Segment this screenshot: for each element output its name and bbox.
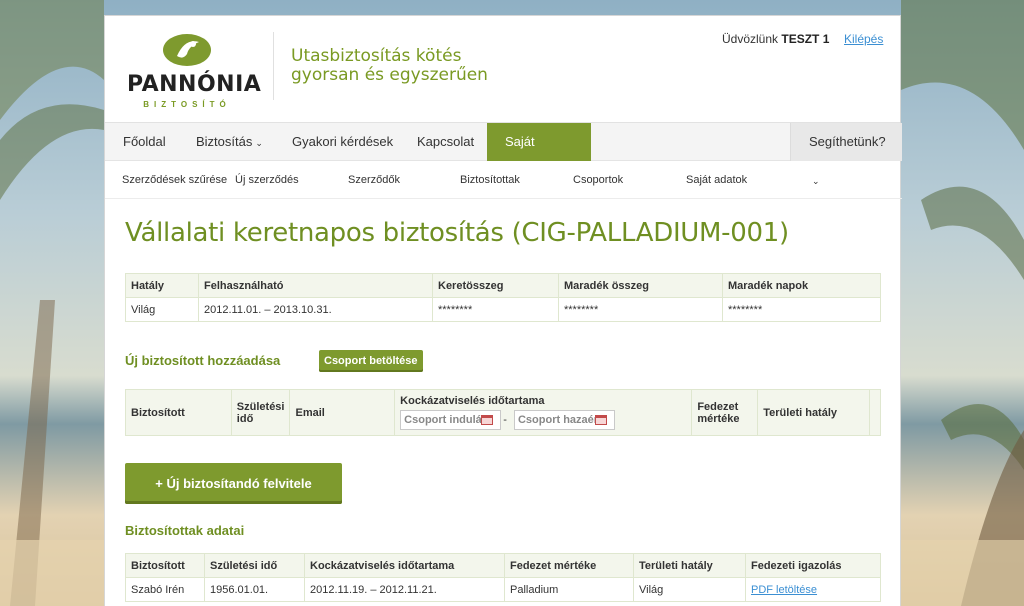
tagline: Utasbiztosítás kötés gyorsan és egyszerű… (291, 47, 488, 85)
column-header: Maradék napok (722, 273, 881, 298)
insured-data-section-title: Biztosítottak adatai (125, 523, 245, 538)
calendar-icon[interactable] (481, 415, 494, 425)
sub-nav: Szerződések szűrése Új szerződés Szerződ… (105, 161, 902, 199)
period-header-label: Kockázatviselés időtartama (400, 395, 545, 407)
subnav-item-insured[interactable]: Biztosítottak (460, 174, 520, 186)
column-header: Fedezet mértéke (504, 553, 634, 578)
nav-item-contact[interactable]: Kapcsolat (399, 123, 492, 161)
nav-item-insurance-label: Biztosítás (196, 134, 253, 149)
column-header: Területi hatály (757, 389, 870, 436)
table-row: Szabó Irén 1956.01.01. 2012.11.19. – 201… (125, 577, 881, 602)
column-header: Területi hatály (633, 553, 746, 578)
page-title: Vállalati keretnapos biztosítás (CIG-PAL… (125, 218, 789, 248)
table-header-row: Biztosított Születési idő Kockázatviselé… (125, 553, 881, 578)
add-insured-table: Biztosított Születési idő Email Kockázat… (125, 389, 881, 436)
column-header: Hatály (125, 273, 199, 298)
table-header-row: Biztosított Születési idő Email Kockázat… (125, 389, 881, 436)
table-cell: PDF letöltése (745, 577, 881, 602)
summary-table: Hatály Felhasználható Keretösszeg Maradé… (125, 273, 881, 322)
column-header: Email (289, 389, 396, 436)
welcome-message: Üdvözlünk TESZT 1 (722, 32, 829, 46)
logout-link[interactable]: Kilépés (844, 32, 883, 46)
table-header-row: Hatály Felhasználható Keretösszeg Maradé… (125, 273, 881, 298)
column-header: Keretösszeg (432, 273, 559, 298)
table-cell: 2012.11.01. – 2013.10.31. (198, 297, 433, 322)
add-insured-section-title: Új biztosított hozzáadása (125, 353, 281, 368)
nav-item-faq[interactable]: Gyakori kérdések (274, 123, 411, 161)
table-cell: 1956.01.01. (204, 577, 305, 602)
nav-item-help-label: Segíthetünk? (809, 134, 886, 149)
nav-item-home-label: Főoldal (123, 134, 166, 149)
pannonia-logo-icon (163, 34, 211, 66)
column-header: Fedezeti igazolás (745, 553, 881, 578)
table-cell: ******** (558, 297, 723, 322)
table-cell: Szabó Irén (125, 577, 205, 602)
nav-item-my-menu[interactable]: Saját menü ⌄ (487, 123, 591, 187)
palm-tree-right-decoration (901, 0, 1024, 606)
welcome-label: Üdvözlünk (722, 32, 779, 46)
header-divider (273, 32, 274, 100)
column-header: Kockázatviselés időtartama (304, 553, 505, 578)
subnav-item-groups[interactable]: Csoportok (573, 174, 623, 186)
nav-item-home[interactable]: Főoldal (105, 123, 184, 161)
subnav-item-contract-filter[interactable]: Szerződések szűrése (122, 174, 227, 186)
subnav-item-my-data[interactable]: Saját adatok (686, 174, 747, 186)
column-header: Maradék összeg (558, 273, 723, 298)
insured-table: Biztosított Születési idő Kockázatviselé… (125, 553, 881, 602)
table-row: Világ 2012.11.01. – 2013.10.31. ********… (125, 297, 881, 322)
nav-item-insurance[interactable]: Biztosítás ⌄ (178, 123, 281, 161)
table-cell: 2012.11.19. – 2012.11.21. (304, 577, 505, 602)
column-header: Születési idő (204, 553, 305, 578)
table-cell: ******** (722, 297, 881, 322)
nav-item-faq-label: Gyakori kérdések (292, 134, 394, 149)
table-cell: ******** (432, 297, 559, 322)
column-header: Felhasználható (198, 273, 433, 298)
tagline-line-2: gyorsan és egyszerűen (291, 65, 488, 85)
table-cell: Világ (125, 297, 199, 322)
site-header: PANNÓNIA BIZTOSÍTÓ Utasbiztosítás kötés … (105, 16, 900, 123)
load-group-button[interactable]: Csoport betöltése (319, 350, 423, 372)
date-separator: - (503, 413, 507, 426)
column-header: Fedezet mértéke (691, 389, 759, 436)
logo-wordmark: PANNÓNIA (127, 72, 262, 97)
pannonia-logo[interactable]: PANNÓNIA BIZTOSÍTÓ (127, 32, 262, 114)
pdf-download-link[interactable]: PDF letöltése (751, 584, 817, 596)
add-new-insured-button[interactable]: + Új biztosítandó felvitele (125, 463, 342, 504)
column-header: Biztosított (125, 389, 232, 436)
calendar-icon[interactable] (594, 415, 607, 425)
period-column: Kockázatviselés időtartama Csoport indul… (394, 389, 693, 436)
tagline-line-1: Utasbiztosítás kötés (291, 46, 462, 66)
table-cell: Világ (633, 577, 746, 602)
username: TESZT 1 (781, 32, 830, 46)
column-header: Születési idő (230, 389, 291, 436)
main-nav: Főoldal Biztosítás ⌄ Gyakori kérdések Kap… (105, 123, 902, 187)
main-container: PANNÓNIA BIZTOSÍTÓ Utasbiztosítás kötés … (104, 15, 902, 606)
table-cell: Palladium (504, 577, 634, 602)
nav-item-help[interactable]: Segíthetünk?⌄ (790, 123, 902, 186)
subnav-item-contractors[interactable]: Szerződők (348, 174, 400, 186)
subnav-item-new-contract[interactable]: Új szerződés (235, 174, 299, 186)
column-header-empty (869, 389, 881, 436)
nav-item-contact-label: Kapcsolat (417, 134, 475, 149)
chevron-down-icon: ⌄ (255, 138, 263, 148)
logo-subtitle: BIZTOSÍTÓ (143, 100, 231, 109)
palm-tree-left-decoration (0, 0, 104, 606)
column-header: Biztosított (125, 553, 205, 578)
